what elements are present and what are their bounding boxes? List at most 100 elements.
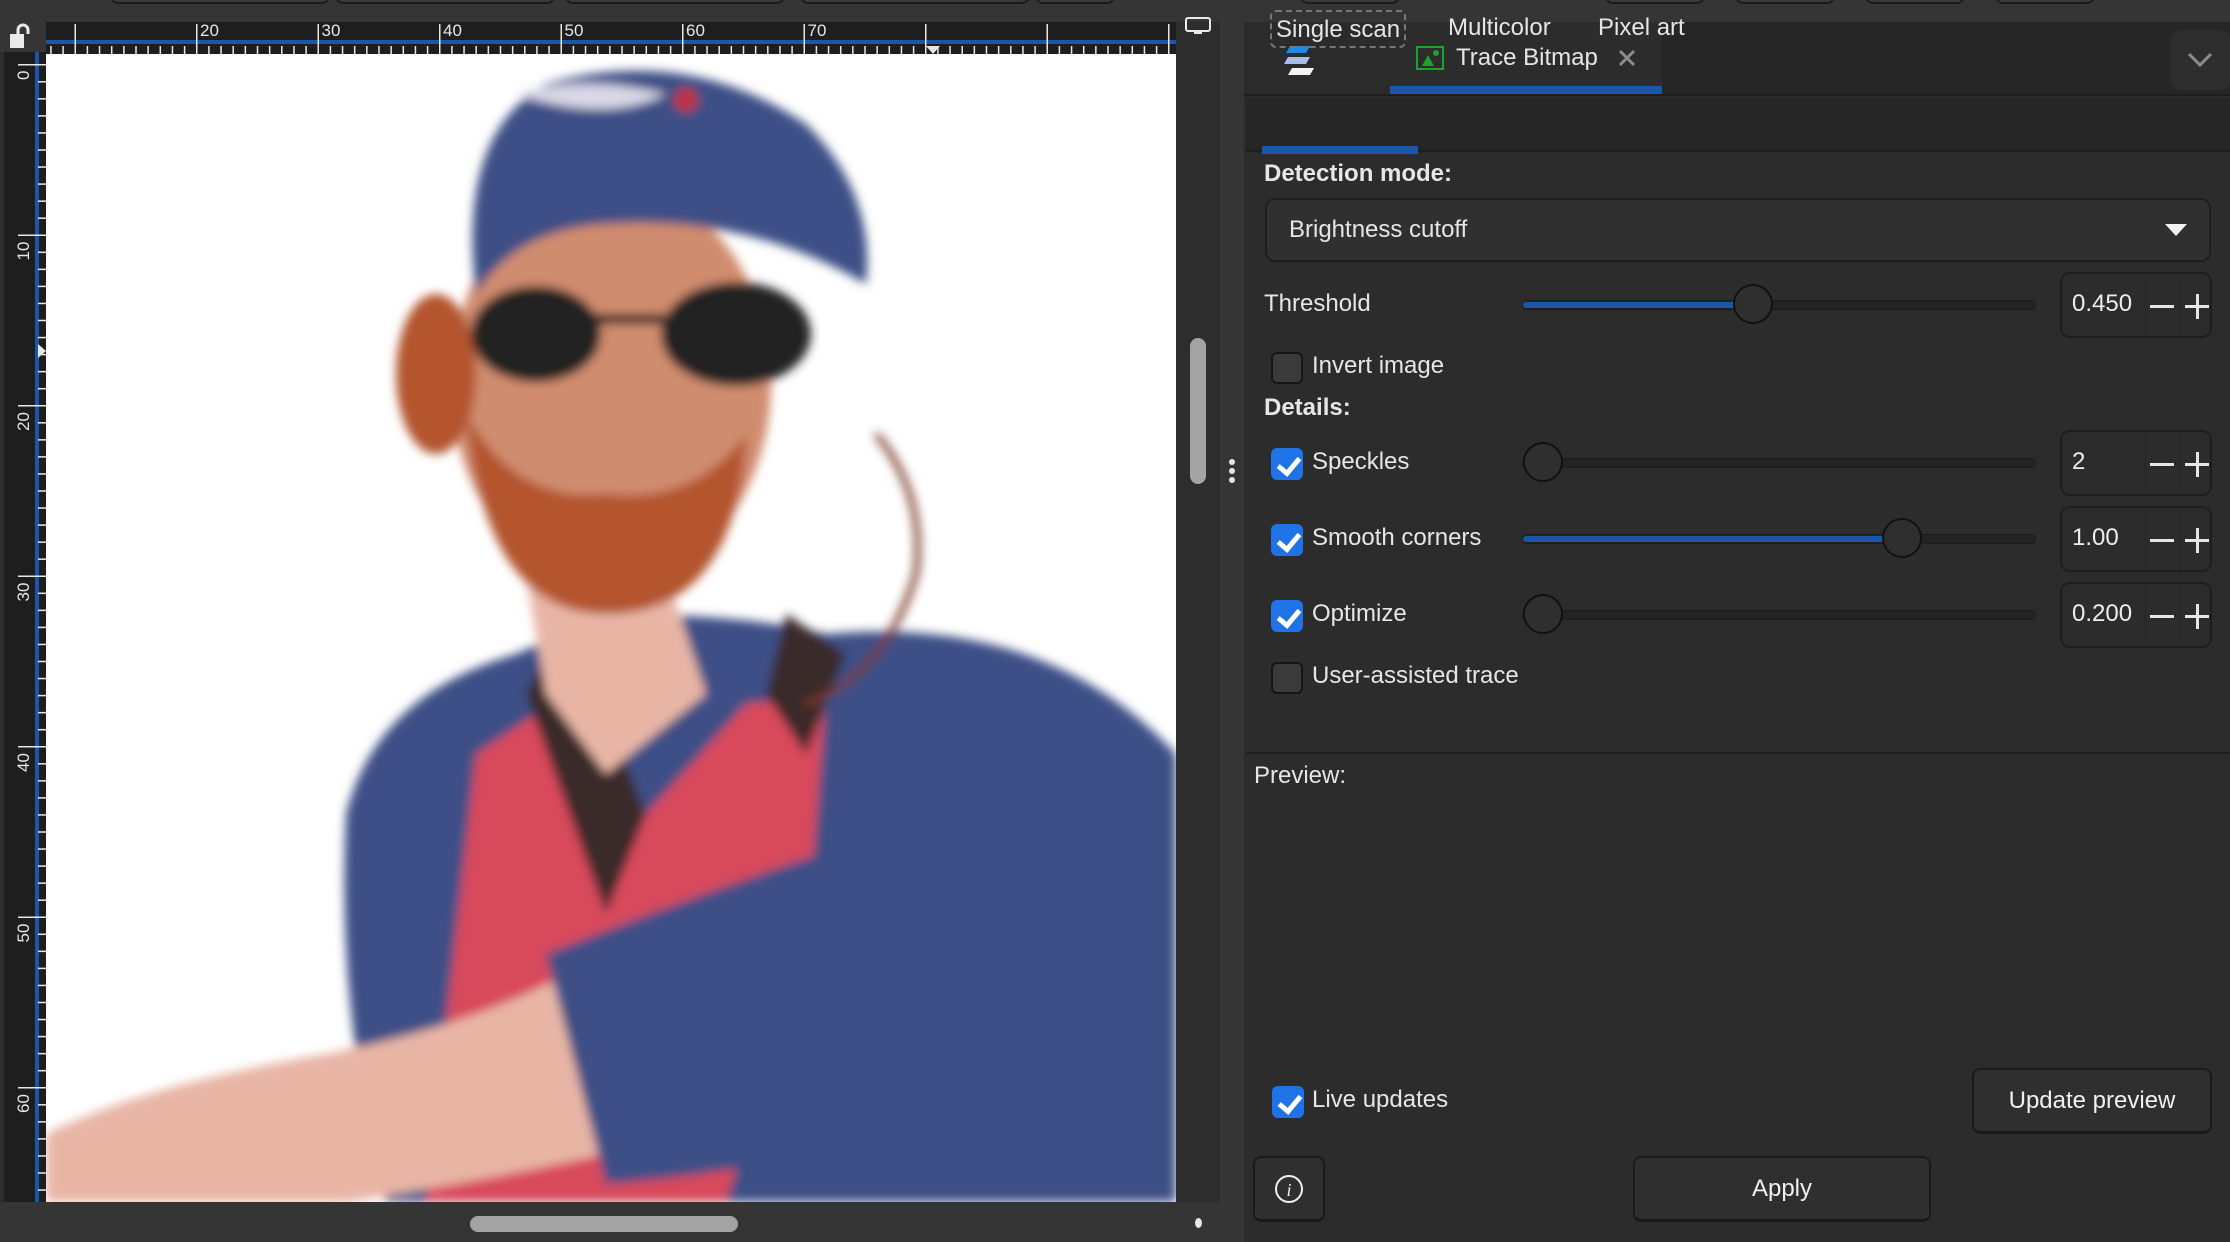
ruler-tick (596, 46, 599, 54)
toolbar-button[interactable] (335, 0, 555, 4)
guide-lock-button[interactable] (0, 22, 46, 52)
horizontal-scrollbar-thumb[interactable] (470, 1216, 738, 1232)
info-button[interactable]: i (1253, 1156, 1325, 1222)
toolbar-button[interactable] (1735, 0, 1835, 4)
ruler-tick (815, 46, 818, 54)
image-icon (1416, 46, 1444, 70)
threshold-spinbox[interactable]: 0.450 (2060, 272, 2212, 338)
horizontal-ruler[interactable]: 20 30 40 50 60 70 (46, 22, 1176, 54)
ruler-tick (657, 46, 660, 54)
top-toolbar-strip (0, 0, 2230, 22)
ruler-tick (912, 46, 915, 54)
decrement-button[interactable] (2145, 584, 2179, 646)
ruler-tick (524, 46, 526, 54)
ruler-tick (18, 405, 46, 407)
toolbar-button[interactable] (1035, 0, 1115, 4)
ruler-tick (38, 882, 46, 884)
ruler-tick (487, 46, 490, 54)
invert-image-checkbox[interactable] (1271, 352, 1303, 384)
ruler-tick (560, 24, 562, 54)
ruler-tick (38, 1069, 46, 1072)
slider-knob[interactable] (1881, 518, 1922, 558)
decrement-button[interactable] (2145, 508, 2179, 570)
speckles-spinbox[interactable]: 2 (2060, 430, 2212, 496)
ruler-tick (402, 46, 405, 54)
ruler-label: 50 (565, 22, 584, 40)
bitmap-image[interactable] (46, 54, 1176, 1202)
ruler-label: 30 (322, 22, 341, 40)
smooth-corners-slider[interactable] (1522, 518, 2036, 558)
tab-overflow-button[interactable] (2170, 30, 2230, 90)
slider-fill (1523, 302, 1754, 308)
ruler-tick (110, 46, 113, 54)
toolbar-button[interactable] (1865, 0, 1965, 4)
vertical-scrollbar-thumb[interactable] (1190, 338, 1206, 484)
ruler-tick (38, 1018, 46, 1021)
smooth-corners-spinbox[interactable]: 1.00 (2060, 506, 2212, 572)
increment-button[interactable] (2179, 274, 2212, 336)
tab-multicolor[interactable]: Multicolor (1442, 10, 1557, 48)
ruler-tick (38, 558, 46, 560)
speckles-value[interactable]: 2 (2072, 448, 2085, 476)
ruler-tick (38, 490, 46, 492)
ruler-tick (38, 115, 46, 117)
speckles-checkbox[interactable] (1271, 448, 1303, 480)
optimize-spinbox[interactable]: 0.200 (2060, 582, 2212, 648)
ruler-label: 40 (443, 22, 462, 40)
update-preview-button[interactable]: Update preview (1972, 1068, 2212, 1134)
dock-splitter[interactable] (1220, 22, 1244, 1242)
ruler-tick (1046, 24, 1048, 54)
smooth-corners-checkbox[interactable] (1271, 524, 1303, 556)
live-updates-checkbox[interactable] (1272, 1086, 1304, 1118)
vertical-scrollbar-track[interactable] (1176, 22, 1220, 1202)
slider-knob[interactable] (1523, 442, 1563, 482)
optimize-value[interactable]: 0.200 (2072, 600, 2132, 628)
ruler-tick (1107, 46, 1109, 54)
ruler-tick (196, 24, 198, 54)
ruler-tick (18, 234, 46, 236)
user-assisted-trace-checkbox[interactable] (1271, 662, 1303, 694)
optimize-checkbox[interactable] (1271, 600, 1303, 632)
canvas-page[interactable] (46, 54, 1176, 1202)
ruler-label: 30 (14, 583, 33, 602)
ruler-tick (38, 302, 46, 305)
ruler-tick (281, 46, 283, 54)
toolbar-button[interactable] (800, 0, 1030, 4)
unlock-icon (10, 23, 30, 48)
toolbar-button[interactable] (110, 0, 330, 4)
ruler-tick (38, 1155, 46, 1157)
optimize-slider[interactable] (1522, 594, 2036, 634)
threshold-value[interactable]: 0.450 (2072, 290, 2132, 318)
tab-single-scan[interactable]: Single scan (1270, 10, 1407, 48)
smooth-corners-value[interactable]: 1.00 (2072, 524, 2119, 552)
increment-button[interactable] (2179, 508, 2212, 570)
ruler-tick (317, 24, 319, 54)
display-mode-button[interactable] (1184, 16, 1212, 36)
apply-button[interactable]: Apply (1633, 1156, 1931, 1222)
ruler-tick (1082, 46, 1085, 54)
toolbar-button[interactable] (1605, 0, 1705, 4)
increment-button[interactable] (2179, 432, 2212, 494)
ruler-tick (38, 797, 46, 799)
ruler-tick (18, 746, 46, 748)
vertical-ruler[interactable]: 0 10 20 30 40 50 60 (4, 52, 46, 1202)
ruler-tick (1155, 46, 1158, 54)
decrement-button[interactable] (2145, 274, 2179, 336)
tab-pixel-art[interactable]: Pixel art (1592, 10, 1691, 48)
ruler-tick (864, 46, 866, 54)
threshold-slider[interactable] (1522, 284, 2036, 324)
detection-mode-dropdown[interactable]: Brightness cutoff (1265, 198, 2211, 262)
ruler-tick (183, 46, 186, 54)
decrement-button[interactable] (2145, 432, 2179, 494)
toolbar-button[interactable] (565, 0, 785, 4)
ruler-tick (38, 899, 46, 901)
ruler-tick (38, 456, 46, 458)
speckles-slider[interactable] (1522, 442, 2036, 482)
toolbar-button[interactable] (1995, 0, 2095, 4)
toolbar-button[interactable] (1300, 0, 1400, 4)
ruler-tick (38, 473, 46, 475)
ruler-tick (985, 46, 988, 54)
increment-button[interactable] (2179, 584, 2212, 646)
ruler-tick (633, 46, 635, 54)
splitter-grip-icon[interactable] (1228, 458, 1236, 484)
